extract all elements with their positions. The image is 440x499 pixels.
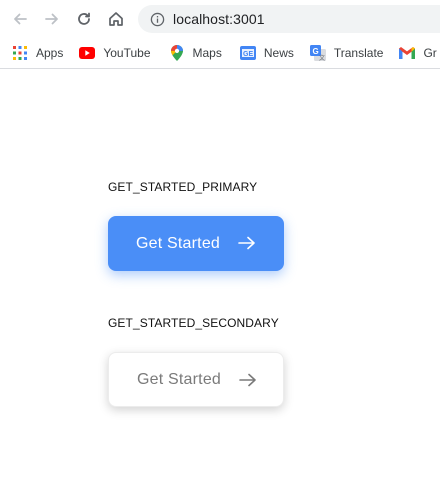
bookmark-news[interactable]: GE News	[228, 41, 300, 65]
maps-pin-icon	[169, 45, 185, 61]
home-button[interactable]	[105, 8, 127, 30]
translate-icon: G 文	[309, 45, 326, 61]
bookmark-maps[interactable]: Maps	[157, 41, 228, 65]
forward-arrow-icon	[45, 13, 58, 25]
bookmark-label: Gr	[423, 46, 437, 60]
address-bar[interactable]: localhost:3001	[138, 5, 440, 33]
gmail-icon	[399, 45, 416, 61]
reload-button[interactable]	[73, 8, 95, 30]
button-label: Get Started	[137, 370, 222, 388]
back-arrow-icon	[14, 13, 27, 25]
apps-grid-icon	[12, 45, 28, 61]
bookmark-label: Maps	[192, 46, 222, 60]
secondary-variant-label: GET_STARTED_SECONDARY	[108, 316, 279, 330]
bookmark-gmail[interactable]: Gr	[389, 41, 440, 65]
bookmark-youtube[interactable]: YouTube	[69, 41, 156, 65]
svg-text:GE: GE	[243, 51, 253, 58]
bookmark-translate[interactable]: G 文 Translate	[300, 41, 390, 65]
forward-button[interactable]	[41, 8, 63, 30]
site-info-icon[interactable]	[149, 11, 165, 27]
bookmarks-bar: Apps YouTube Maps GE News G 文 Translate …	[0, 38, 440, 69]
bookmark-label: YouTube	[103, 46, 151, 60]
svg-text:文: 文	[319, 54, 325, 61]
youtube-icon	[79, 45, 96, 61]
back-button[interactable]	[9, 8, 31, 30]
arrow-right-icon	[239, 373, 256, 387]
primary-variant-label: GET_STARTED_PRIMARY	[108, 180, 258, 194]
home-icon	[109, 12, 123, 26]
url-text: localhost:3001	[173, 11, 265, 27]
get-started-primary-button[interactable]: Get Started	[108, 216, 284, 271]
reload-icon	[78, 12, 90, 25]
button-label: Get Started	[136, 234, 221, 252]
bookmark-label: News	[263, 46, 294, 60]
bookmark-label: Apps	[36, 46, 64, 60]
arrow-right-icon	[238, 236, 255, 250]
get-started-secondary-button[interactable]: Get Started	[108, 352, 284, 407]
bookmark-label: Translate	[333, 46, 384, 60]
news-icon: GE	[239, 45, 256, 61]
browser-toolbar: localhost:3001	[0, 0, 440, 38]
bookmark-apps[interactable]: Apps	[0, 41, 69, 65]
svg-text:G: G	[312, 47, 318, 56]
